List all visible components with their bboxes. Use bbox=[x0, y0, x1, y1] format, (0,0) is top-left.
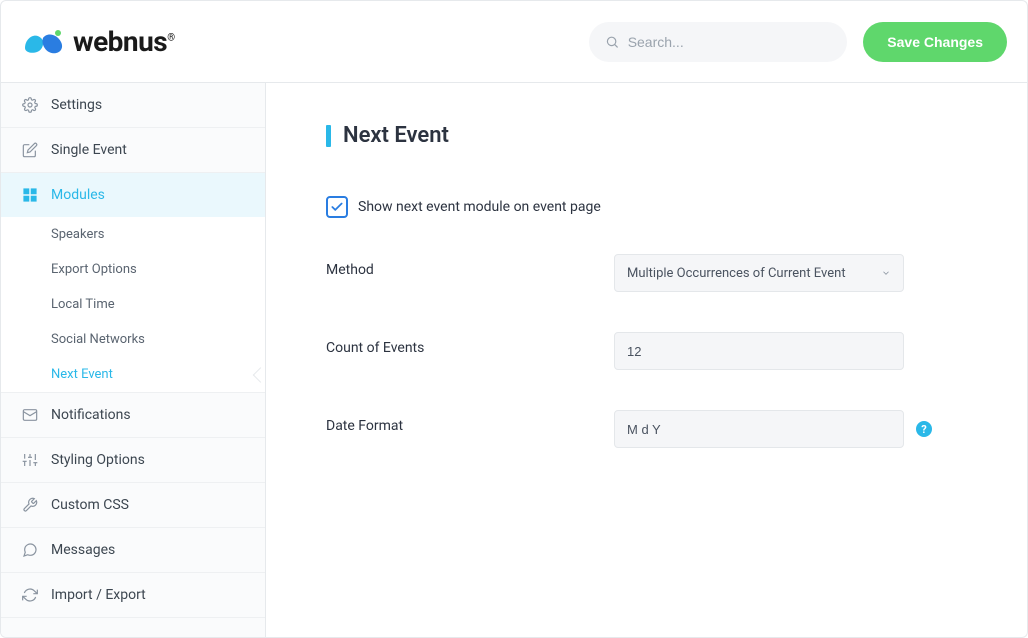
logo-text: webnus® bbox=[73, 25, 175, 58]
show-next-event-row: Show next event module on event page bbox=[326, 196, 967, 218]
date-format-label: Date Format bbox=[326, 410, 614, 434]
sidebar-item-label: Custom CSS bbox=[51, 497, 129, 513]
body: Settings Single Event Modules Speakers E… bbox=[1, 83, 1027, 637]
save-changes-button[interactable]: Save Changes bbox=[863, 22, 1007, 62]
mail-icon bbox=[21, 406, 39, 424]
app-container: webnus® Save Changes Settings bbox=[0, 0, 1028, 638]
subnav-item-speakers[interactable]: Speakers bbox=[1, 217, 265, 252]
subnav-item-local-time[interactable]: Local Time bbox=[1, 287, 265, 322]
wrench-icon bbox=[21, 496, 39, 514]
refresh-icon bbox=[21, 586, 39, 604]
sidebar-item-single-event[interactable]: Single Event bbox=[1, 128, 265, 173]
subnav-item-next-event[interactable]: Next Event bbox=[1, 357, 265, 393]
title-accent-bar bbox=[326, 125, 331, 147]
search-input[interactable] bbox=[628, 34, 832, 50]
date-format-row: Date Format ? bbox=[326, 410, 967, 448]
logo-icon bbox=[21, 24, 67, 60]
subnav-item-export-options[interactable]: Export Options bbox=[1, 252, 265, 287]
sliders-icon bbox=[21, 451, 39, 469]
sidebar: Settings Single Event Modules Speakers E… bbox=[1, 83, 266, 637]
method-value: Multiple Occurrences of Current Event bbox=[627, 266, 846, 281]
count-label: Count of Events bbox=[326, 332, 614, 356]
content: Next Event Show next event module on eve… bbox=[266, 83, 1027, 637]
sidebar-item-modules[interactable]: Modules bbox=[1, 173, 265, 217]
count-input[interactable] bbox=[627, 344, 891, 359]
grid-icon bbox=[21, 186, 39, 204]
sidebar-item-label: Modules bbox=[51, 187, 105, 203]
sidebar-item-label: Import / Export bbox=[51, 587, 146, 603]
page-title: Next Event bbox=[326, 123, 967, 148]
date-format-input-wrap bbox=[614, 410, 904, 448]
sidebar-item-label: Notifications bbox=[51, 407, 131, 423]
check-icon bbox=[330, 200, 344, 214]
sidebar-item-styling-options[interactable]: Styling Options bbox=[1, 438, 265, 483]
sidebar-item-import-export[interactable]: Import / Export bbox=[1, 573, 265, 618]
sidebar-item-notifications[interactable]: Notifications bbox=[1, 393, 265, 438]
chat-icon bbox=[21, 541, 39, 559]
method-select[interactable]: Multiple Occurrences of Current Event bbox=[614, 254, 904, 292]
method-row: Method Multiple Occurrences of Current E… bbox=[326, 254, 967, 292]
gear-icon bbox=[21, 96, 39, 114]
help-icon[interactable]: ? bbox=[916, 421, 932, 437]
sidebar-item-label: Settings bbox=[51, 97, 102, 113]
sidebar-item-settings[interactable]: Settings bbox=[1, 83, 265, 128]
logo: webnus® bbox=[21, 19, 175, 65]
date-format-input[interactable] bbox=[627, 422, 891, 437]
checkbox-label: Show next event module on event page bbox=[358, 199, 601, 215]
subnav-item-social-networks[interactable]: Social Networks bbox=[1, 322, 265, 357]
sidebar-item-label: Styling Options bbox=[51, 452, 145, 468]
method-label: Method bbox=[326, 254, 614, 278]
logo-mark bbox=[21, 19, 67, 65]
chevron-down-icon bbox=[881, 268, 891, 278]
sidebar-item-messages[interactable]: Messages bbox=[1, 528, 265, 573]
search-box[interactable] bbox=[589, 22, 847, 62]
search-icon bbox=[605, 34, 619, 50]
edit-icon bbox=[21, 141, 39, 159]
show-next-event-checkbox[interactable] bbox=[326, 196, 348, 218]
header: webnus® Save Changes bbox=[1, 1, 1027, 83]
count-input-wrap bbox=[614, 332, 904, 370]
count-row: Count of Events bbox=[326, 332, 967, 370]
sidebar-item-label: Single Event bbox=[51, 142, 127, 158]
sidebar-item-custom-css[interactable]: Custom CSS bbox=[1, 483, 265, 528]
page-title-text: Next Event bbox=[343, 123, 449, 148]
sidebar-item-label: Messages bbox=[51, 542, 115, 558]
subnav-modules: Speakers Export Options Local Time Socia… bbox=[1, 217, 265, 393]
